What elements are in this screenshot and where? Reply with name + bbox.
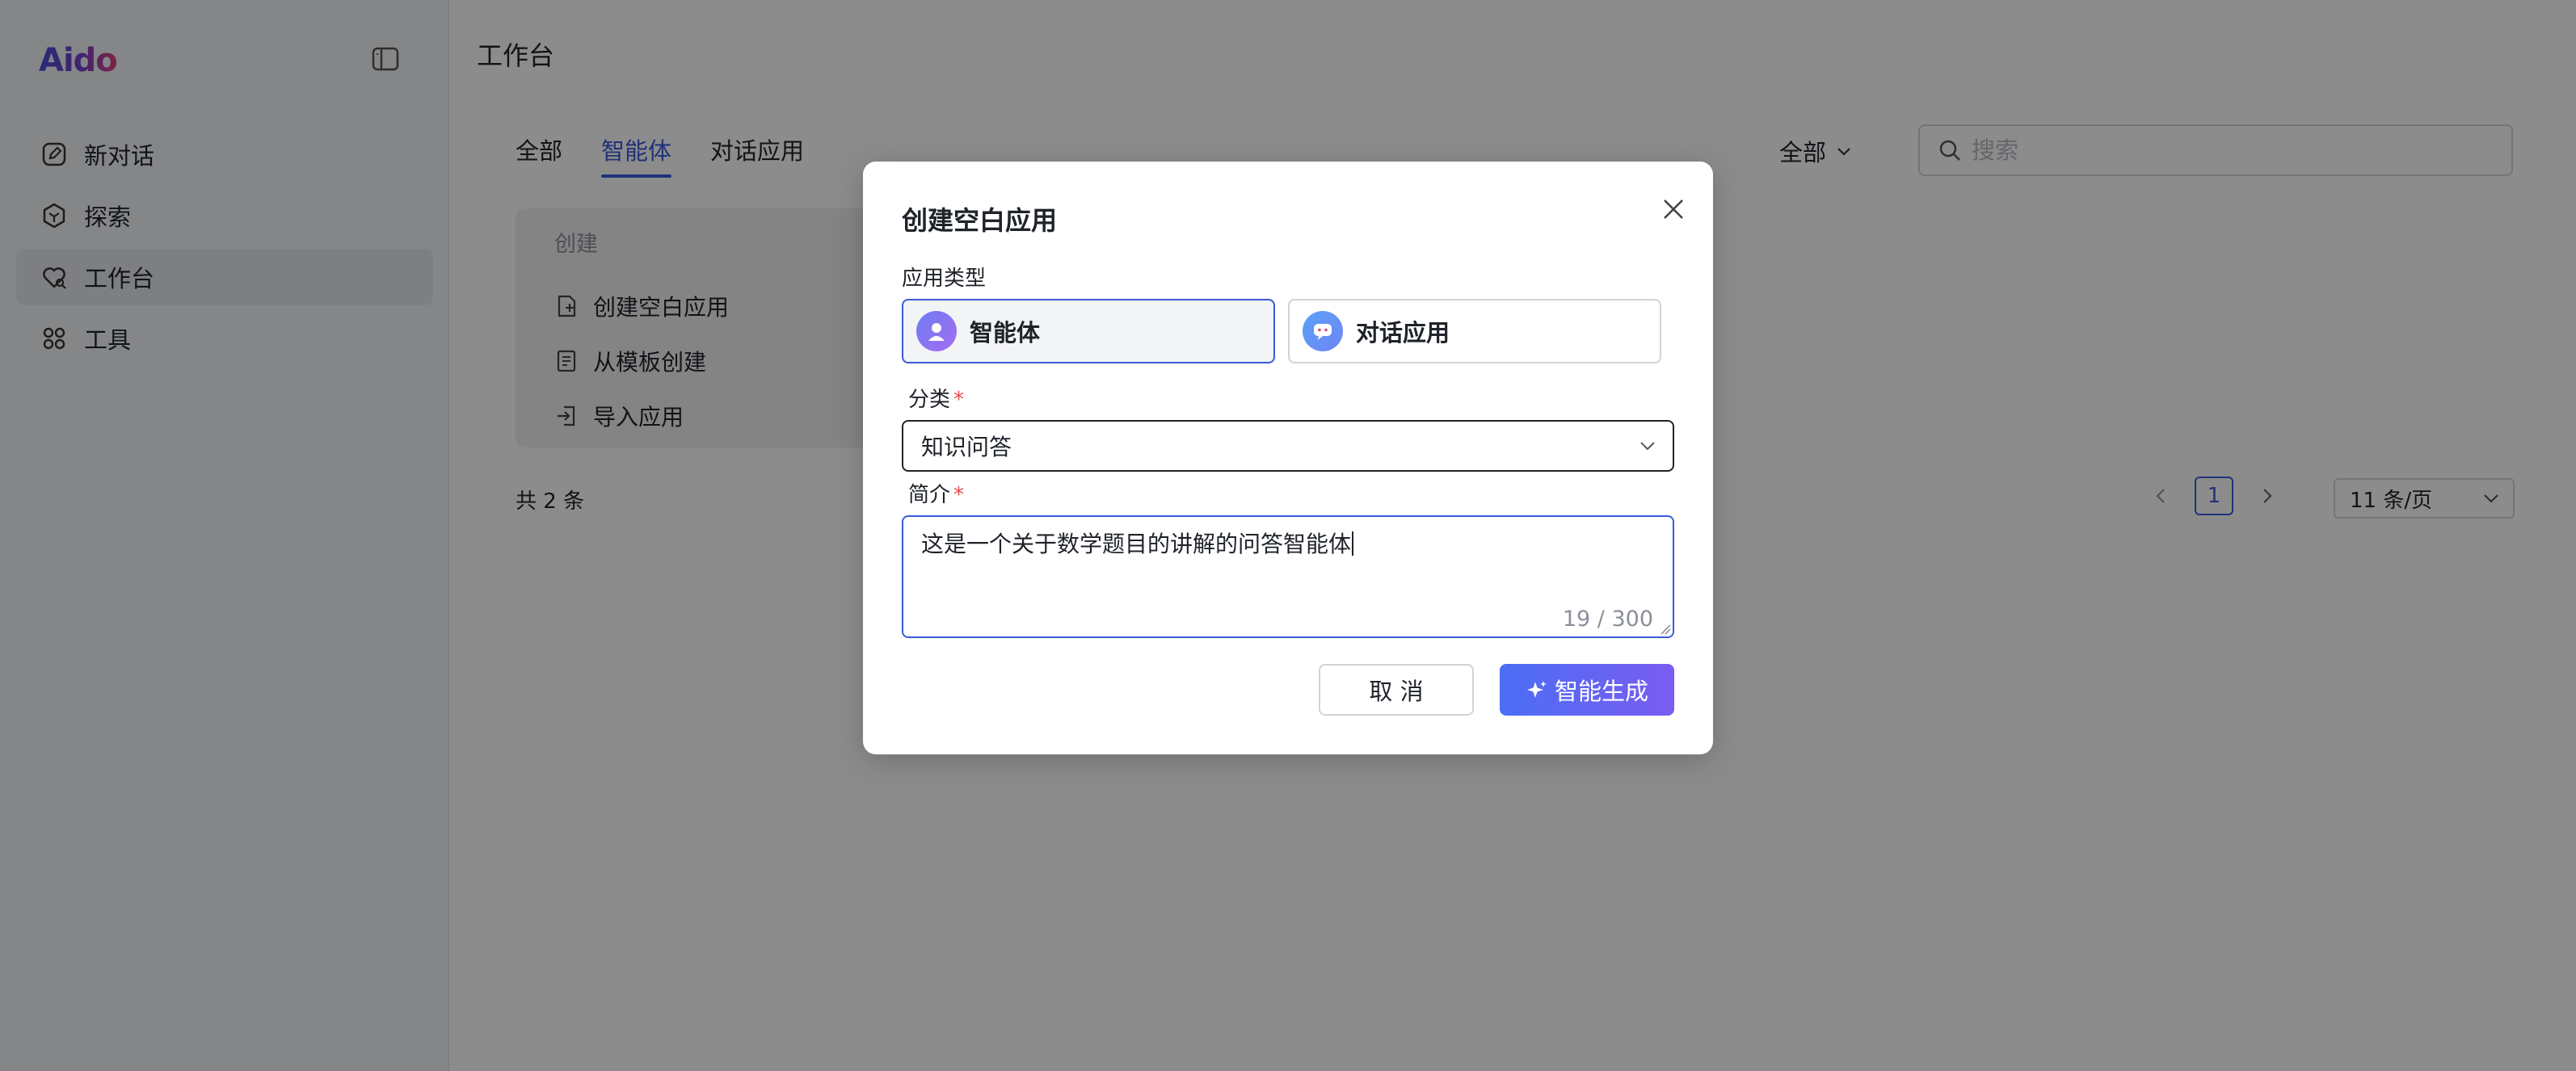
intro-label: 简介 *: [908, 478, 964, 508]
type-option-agent[interactable]: 智能体: [902, 299, 1275, 363]
sparkle-icon: [1526, 681, 1547, 698]
required-mark: *: [953, 483, 965, 507]
intro-value: 这是一个关于数学题目的讲解的问答智能体: [921, 531, 1352, 557]
text-caret: [1352, 531, 1354, 556]
dialog-title: 创建空白应用: [902, 205, 1058, 236]
category-value: 知识问答: [921, 434, 1012, 460]
chevron-down-icon: [1640, 442, 1655, 451]
type-option-label: 对话应用: [1356, 319, 1450, 346]
chat-bubble-icon: [1303, 311, 1343, 351]
category-select[interactable]: 知识问答: [902, 420, 1674, 472]
type-option-chat-app[interactable]: 对话应用: [1288, 299, 1661, 363]
resize-handle-icon[interactable]: [1658, 622, 1671, 635]
intro-label-text: 简介: [908, 483, 951, 507]
type-option-label: 智能体: [970, 319, 1041, 346]
generate-label: 智能生成: [1554, 678, 1648, 705]
create-app-dialog: 创建空白应用 应用类型 智能体 对话应用 分类 * 知识问答 简介 * 这是一个关于…: [863, 162, 1713, 754]
char-counter: 19 / 300: [1562, 607, 1653, 632]
category-label: 分类 *: [908, 383, 964, 413]
intro-textarea[interactable]: 这是一个关于数学题目的讲解的问答智能体 19 / 300: [902, 515, 1674, 638]
close-icon[interactable]: [1653, 189, 1694, 229]
agent-avatar-icon: [916, 311, 957, 351]
smart-generate-button[interactable]: 智能生成: [1500, 664, 1674, 716]
required-mark: *: [953, 388, 965, 412]
cancel-button[interactable]: 取 消: [1319, 664, 1474, 716]
category-label-text: 分类: [908, 388, 951, 412]
app-type-label: 应用类型: [902, 267, 987, 291]
